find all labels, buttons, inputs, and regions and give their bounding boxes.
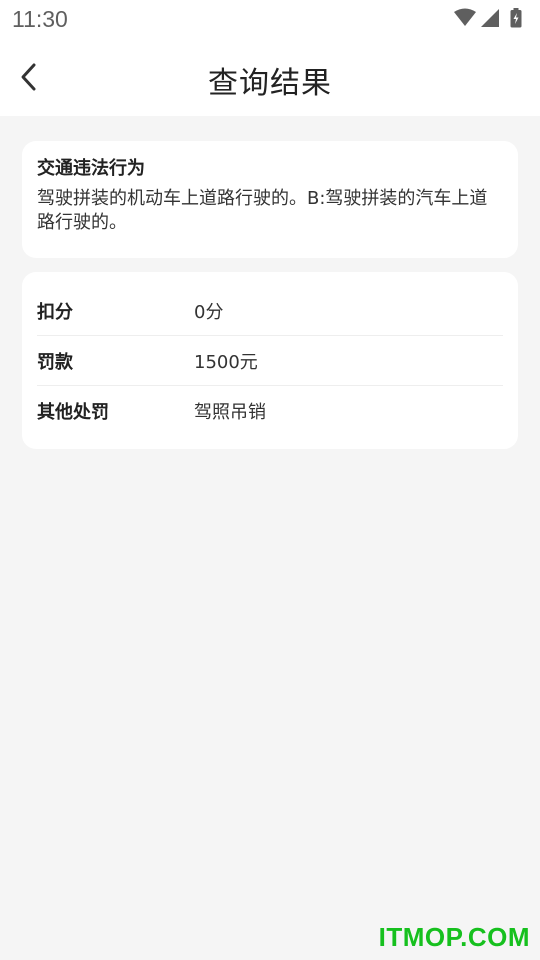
penalty-row-other: 其他处罚 驾照吊销 bbox=[37, 386, 503, 436]
penalty-row-points: 扣分 0分 bbox=[37, 286, 503, 336]
penalty-row-fine: 罚款 1500元 bbox=[37, 336, 503, 386]
penalty-value: 1500元 bbox=[194, 351, 258, 373]
wifi-icon bbox=[454, 8, 476, 26]
app-bar: 查询结果 bbox=[0, 38, 540, 116]
penalty-value: 0分 bbox=[194, 301, 224, 323]
violation-heading: 交通违法行为 bbox=[37, 158, 145, 179]
status-bar: 11:30 bbox=[0, 0, 540, 38]
battery-charging-icon bbox=[510, 8, 522, 28]
cellular-signal-icon bbox=[481, 9, 499, 27]
penalty-value: 驾照吊销 bbox=[194, 402, 266, 423]
watermark-logo: ITMOP.COM bbox=[378, 922, 530, 952]
penalty-label: 扣分 bbox=[37, 301, 73, 323]
violation-card: 交通违法行为 驾驶拼装的机动车上道路行驶的。B:驾驶拼装的汽车上道路行驶的。 bbox=[22, 141, 518, 258]
penalty-card: 扣分 0分 罚款 1500元 其他处罚 驾照吊销 bbox=[22, 272, 518, 449]
penalty-label: 罚款 bbox=[37, 351, 73, 373]
page-title: 查询结果 bbox=[208, 66, 332, 101]
penalty-label: 其他处罚 bbox=[37, 402, 109, 423]
violation-description: 驾驶拼装的机动车上道路行驶的。B:驾驶拼装的汽车上道路行驶的。 bbox=[37, 188, 488, 233]
status-time: 11:30 bbox=[12, 6, 68, 32]
